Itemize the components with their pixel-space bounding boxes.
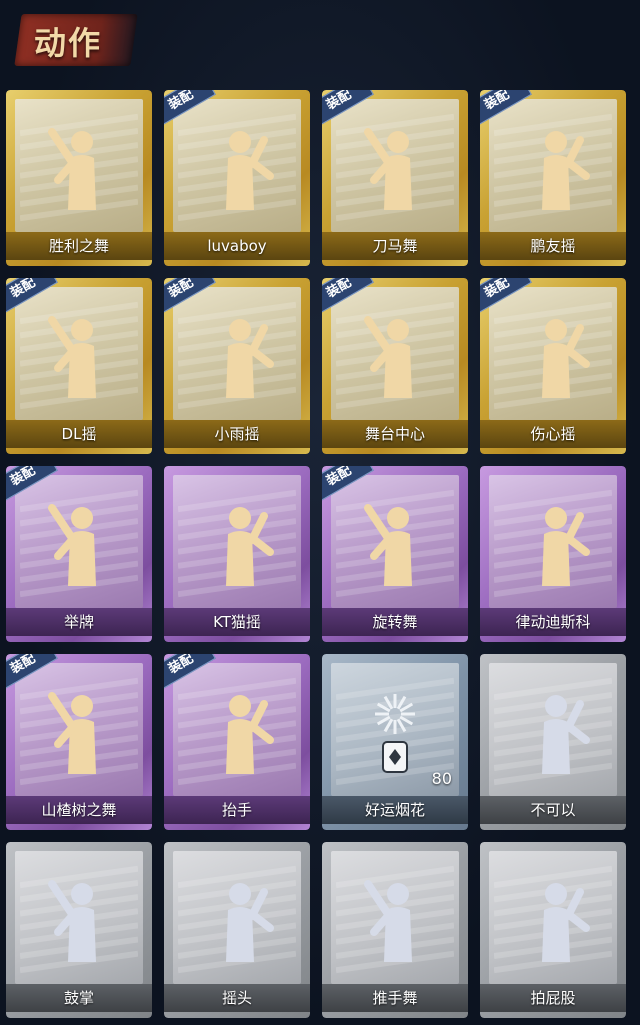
dance-figure-icon — [48, 128, 96, 210]
emote-label: 不可以 — [480, 796, 626, 824]
dance-figure-icon — [542, 695, 590, 774]
emote-label: 拍屁股 — [480, 984, 626, 1012]
emote-card[interactable]: 小雨摇 装配 — [164, 278, 310, 454]
dance-figure-icon — [48, 692, 96, 774]
emote-label: KT猫摇 — [164, 608, 310, 636]
emote-label: 舞台中心 — [322, 420, 468, 448]
emote-label: 摇头 — [164, 984, 310, 1012]
emote-label: 推手舞 — [322, 984, 468, 1012]
dance-figure-icon — [364, 880, 412, 962]
emote-label: 好运烟花 — [322, 796, 468, 824]
emote-card[interactable]: DL摇 装配 — [6, 278, 152, 454]
dance-figure-icon — [364, 316, 412, 398]
dance-figure-icon — [226, 695, 274, 774]
dance-figure-icon — [226, 319, 274, 398]
emote-card[interactable]: 摇头 — [164, 842, 310, 1018]
emote-label: 鼓掌 — [6, 984, 152, 1012]
emote-card[interactable]: 舞台中心 装配 — [322, 278, 468, 454]
emote-label: 刀马舞 — [322, 232, 468, 260]
dance-figure-icon — [542, 131, 590, 210]
emote-label: 抬手 — [164, 796, 310, 824]
dance-figure-icon — [48, 316, 96, 398]
emote-label: 胜利之舞 — [6, 232, 152, 260]
dance-figure-icon — [226, 883, 274, 962]
dance-figure-icon — [542, 883, 590, 962]
dance-figure-icon — [364, 128, 412, 210]
dance-figure-icon — [364, 504, 412, 586]
dance-figure-icon — [542, 507, 590, 586]
emote-card[interactable]: 鼓掌 — [6, 842, 152, 1018]
emote-card[interactable]: 鹏友摇 装配 — [480, 90, 626, 266]
emote-label: luvaboy — [164, 232, 310, 260]
emote-card[interactable]: KT猫摇 — [164, 466, 310, 642]
dance-figure-icon — [542, 319, 590, 398]
emote-label: 旋转舞 — [322, 608, 468, 636]
emote-card[interactable]: 旋转舞 装配 — [322, 466, 468, 642]
header: 动作 — [0, 0, 640, 84]
page-title: 动作 — [34, 24, 103, 62]
emote-label: 山楂树之舞 — [6, 796, 152, 824]
dance-figure-icon — [226, 131, 274, 210]
emote-label: 伤心摇 — [480, 420, 626, 448]
emote-label: 小雨摇 — [164, 420, 310, 448]
emote-card[interactable]: 拍屁股 — [480, 842, 626, 1018]
emote-card[interactable]: 胜利之舞 — [6, 90, 152, 266]
dance-figure-icon — [226, 507, 274, 586]
emote-card[interactable]: 80 好运烟花 — [322, 654, 468, 830]
item-count: 80 — [431, 769, 452, 788]
emote-card[interactable]: 刀马舞 装配 — [322, 90, 468, 266]
emote-card[interactable]: 抬手 装配 — [164, 654, 310, 830]
emote-card[interactable]: 律动迪斯科 — [480, 466, 626, 642]
emote-label: 律动迪斯科 — [480, 608, 626, 636]
emote-label: 举牌 — [6, 608, 152, 636]
emote-grid: 胜利之舞 luvaboy 装配 刀马舞 装配 鹏友摇 装配 DL摇 装配 小雨摇 装配 舞台中心 装配伤… — [6, 90, 636, 1020]
dance-figure-icon — [48, 504, 96, 586]
emote-label: DL摇 — [6, 420, 152, 448]
firework-icon — [375, 694, 415, 773]
emote-card[interactable]: 推手舞 — [322, 842, 468, 1018]
emote-card[interactable]: 伤心摇 装配 — [480, 278, 626, 454]
emote-label: 鹏友摇 — [480, 232, 626, 260]
emote-card[interactable]: 举牌 装配 — [6, 466, 152, 642]
emote-card[interactable]: 不可以 — [480, 654, 626, 830]
emote-card[interactable]: luvaboy 装配 — [164, 90, 310, 266]
dance-figure-icon — [48, 880, 96, 962]
emote-card[interactable]: 山楂树之舞 装配 — [6, 654, 152, 830]
